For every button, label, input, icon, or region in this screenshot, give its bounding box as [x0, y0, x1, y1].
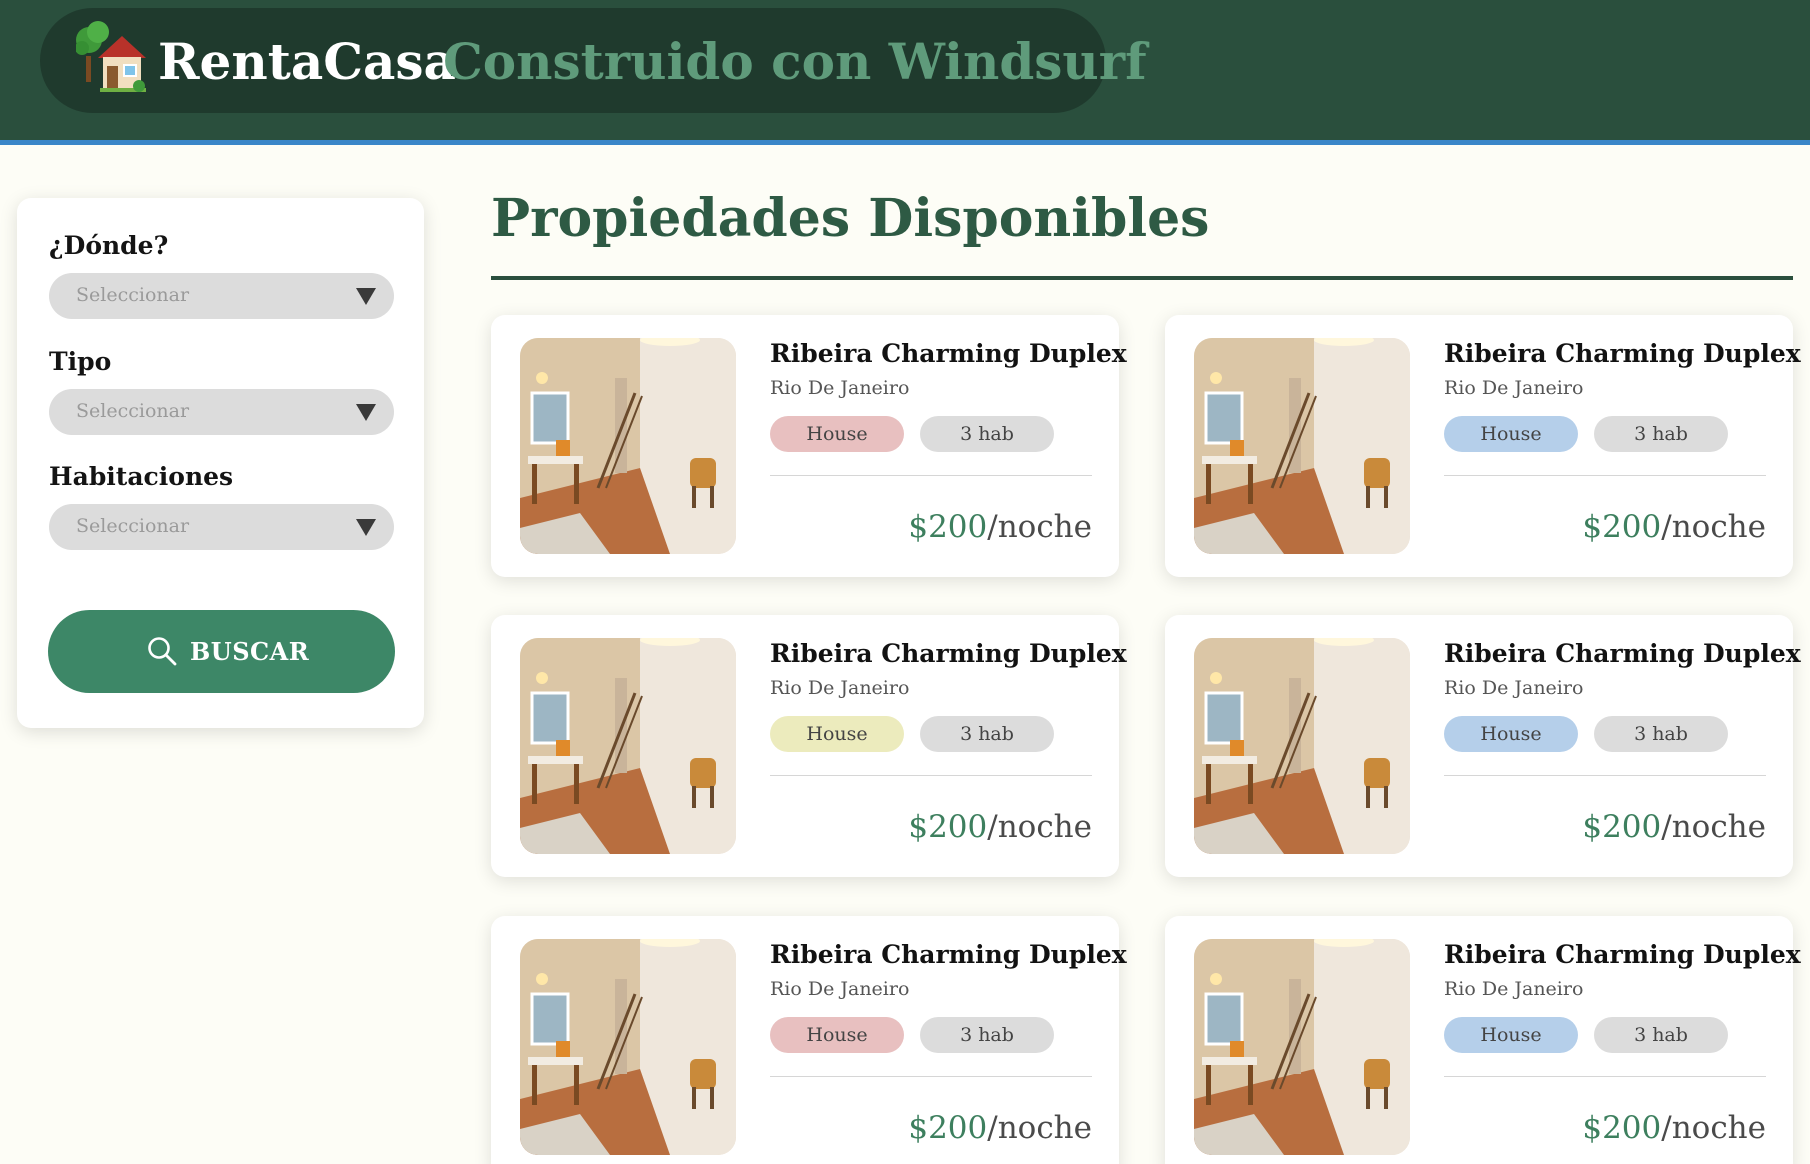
where-select[interactable]: Seleccionar [49, 273, 394, 319]
price-unit: /noche [987, 509, 1092, 545]
listing-price: $200/noche [1582, 809, 1766, 845]
chevron-down-icon [356, 519, 376, 536]
type-label: Tipo [49, 347, 112, 376]
brand-name: RentaCasa [158, 32, 456, 91]
listing-price: $200/noche [908, 509, 1092, 545]
card-divider [1444, 475, 1766, 476]
where-placeholder: Seleccionar [76, 284, 190, 306]
listing-photo [1194, 939, 1410, 1155]
listing-photo [1194, 338, 1410, 554]
card-divider [770, 1076, 1092, 1077]
type-placeholder: Seleccionar [76, 400, 190, 422]
rooms-badge: 3 hab [920, 716, 1054, 752]
listing-location: Rio De Janeiro [770, 978, 910, 1000]
card-divider [770, 775, 1092, 776]
listing-title: Ribeira Charming Duplex [1444, 639, 1801, 668]
type-badge: House [770, 416, 904, 452]
chevron-down-icon [356, 288, 376, 305]
listing-photo [1194, 638, 1410, 854]
price-amount: $200 [1582, 809, 1662, 845]
price-amount: $200 [908, 809, 988, 845]
listing-location: Rio De Janeiro [1444, 978, 1584, 1000]
listing-price: $200/noche [1582, 1110, 1766, 1146]
listing-price: $200/noche [908, 1110, 1092, 1146]
rooms-badge: 3 hab [920, 416, 1054, 452]
card-divider [1444, 775, 1766, 776]
rooms-badge: 3 hab [920, 1017, 1054, 1053]
type-badge: House [770, 1017, 904, 1053]
price-amount: $200 [1582, 509, 1662, 545]
listing-photo [520, 338, 736, 554]
type-badge: House [770, 716, 904, 752]
top-header: RentaCasa Construido con Windsurf [0, 0, 1810, 145]
listing-price: $200/noche [1582, 509, 1766, 545]
rooms-select[interactable]: Seleccionar [49, 504, 394, 550]
listing-card[interactable]: Ribeira Charming Duplex Rio De Janeiro H… [491, 315, 1127, 577]
listing-card[interactable]: Ribeira Charming Duplex Rio De Janeiro H… [1165, 315, 1801, 577]
price-unit: /noche [987, 1110, 1092, 1146]
card-divider [770, 475, 1092, 476]
listing-title: Ribeira Charming Duplex [1444, 940, 1801, 969]
listing-location: Rio De Janeiro [1444, 677, 1584, 699]
brand-pill[interactable]: RentaCasa Construido con Windsurf [40, 8, 1147, 113]
type-badge: House [1444, 1017, 1578, 1053]
rooms-badge: 3 hab [1594, 716, 1728, 752]
listing-card[interactable]: Ribeira Charming Duplex Rio De Janeiro H… [491, 615, 1127, 877]
brand-tagline: Construido con Windsurf [443, 32, 1147, 91]
price-unit: /noche [987, 809, 1092, 845]
price-amount: $200 [1582, 1110, 1662, 1146]
filter-panel: ¿Dónde? Seleccionar Tipo Seleccionar Hab… [17, 198, 424, 728]
search-icon [147, 636, 177, 666]
type-badge: House [1444, 416, 1578, 452]
price-amount: $200 [908, 509, 988, 545]
rooms-label: Habitaciones [49, 462, 234, 491]
price-unit: /noche [1661, 809, 1766, 845]
listing-title: Ribeira Charming Duplex [770, 940, 1127, 969]
search-button-label: BUSCAR [190, 637, 310, 666]
title-divider [491, 276, 1793, 280]
price-unit: /noche [1661, 509, 1766, 545]
rooms-badge: 3 hab [1594, 1017, 1728, 1053]
listing-title: Ribeira Charming Duplex [1444, 339, 1801, 368]
listing-title: Ribeira Charming Duplex [770, 639, 1127, 668]
price-unit: /noche [1661, 1110, 1766, 1146]
type-badge: House [1444, 716, 1578, 752]
price-amount: $200 [908, 1110, 988, 1146]
listing-location: Rio De Janeiro [770, 677, 910, 699]
page-title: Propiedades Disponibles [491, 188, 1210, 249]
listing-card[interactable]: Ribeira Charming Duplex Rio De Janeiro H… [1165, 615, 1801, 877]
listing-price: $200/noche [908, 809, 1092, 845]
rooms-badge: 3 hab [1594, 416, 1728, 452]
house-with-tree-icon [75, 18, 154, 98]
chevron-down-icon [356, 404, 376, 421]
rooms-placeholder: Seleccionar [76, 515, 190, 537]
card-divider [1444, 1076, 1766, 1077]
listing-card[interactable]: Ribeira Charming Duplex Rio De Janeiro H… [491, 916, 1127, 1164]
type-select[interactable]: Seleccionar [49, 389, 394, 435]
listing-photo [520, 939, 736, 1155]
listing-title: Ribeira Charming Duplex [770, 339, 1127, 368]
listing-location: Rio De Janeiro [1444, 377, 1584, 399]
where-label: ¿Dónde? [49, 231, 169, 260]
search-button[interactable]: BUSCAR [48, 610, 395, 693]
listing-photo [520, 638, 736, 854]
listing-location: Rio De Janeiro [770, 377, 910, 399]
listing-card[interactable]: Ribeira Charming Duplex Rio De Janeiro H… [1165, 916, 1801, 1164]
